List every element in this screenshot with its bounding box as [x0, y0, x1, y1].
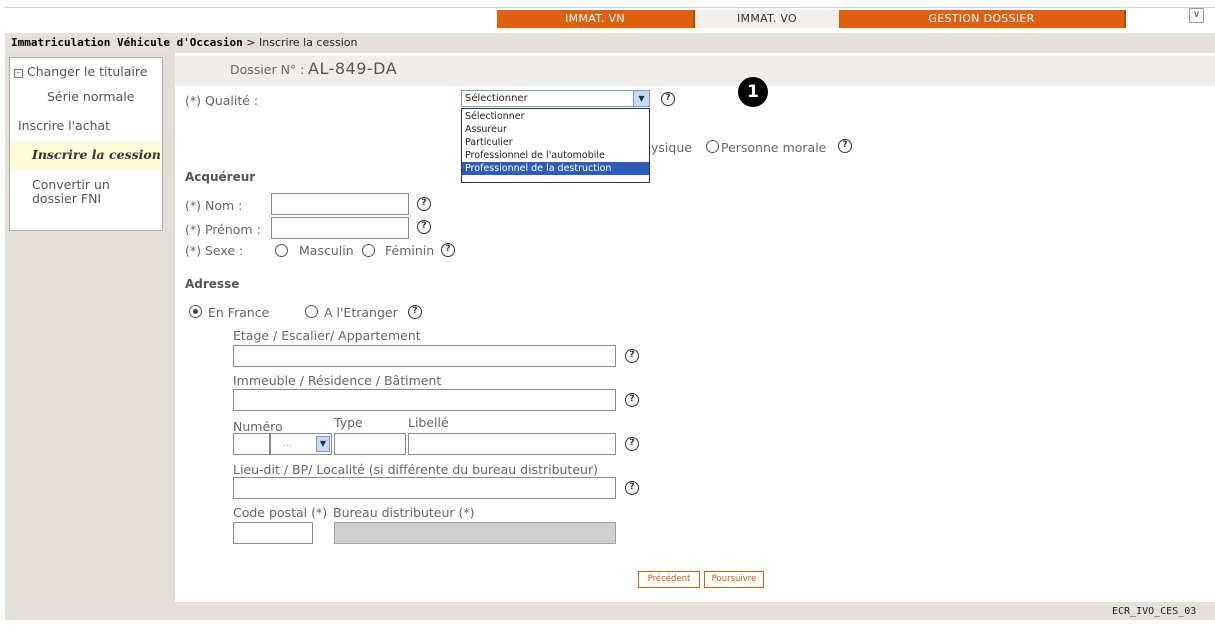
- personne-morale-label: Personne morale: [721, 140, 827, 155]
- sidebar-item-changer-titulaire[interactable]: – Changer le titulaire: [10, 62, 162, 82]
- immeuble-input[interactable]: [233, 389, 616, 411]
- numero-input[interactable]: [233, 433, 270, 455]
- sidebar-item-convertir-fni-2[interactable]: dossier FNI: [10, 191, 162, 207]
- help-icon[interactable]: ?: [838, 139, 852, 153]
- chevron-down-icon[interactable]: ▼: [633, 91, 649, 106]
- help-icon[interactable]: ?: [408, 305, 422, 319]
- bureau-distributeur-input: [334, 522, 616, 544]
- masculin-label: Masculin: [299, 243, 354, 258]
- type-input[interactable]: [334, 433, 406, 455]
- help-icon[interactable]: ?: [625, 437, 639, 451]
- prenom-label: (*) Prénom :: [185, 222, 261, 237]
- collapse-chevron-icon[interactable]: ∨: [1189, 8, 1204, 23]
- footer-bar: [175, 602, 1215, 620]
- sidebar-item-serie-normale[interactable]: Série normale: [10, 89, 162, 107]
- top-tab-bar: IMMAT. VN IMMAT. VO GESTION DOSSIER ∨: [0, 0, 1215, 30]
- dossier-number: AL-849-DA: [308, 59, 398, 78]
- radio-en-france[interactable]: [189, 305, 202, 318]
- poursuivre-button[interactable]: Poursuivre: [704, 571, 764, 588]
- sidebar-item-inscrire-achat[interactable]: Inscrire l'achat: [10, 118, 162, 136]
- qualite-dropdown-list: Sélectionner Assureur Particulier Profes…: [461, 108, 650, 183]
- tab-immat-vn[interactable]: IMMAT. VN: [497, 10, 695, 28]
- option-assureur[interactable]: Assureur: [462, 123, 649, 136]
- option-particulier[interactable]: Particulier: [462, 136, 649, 149]
- sidebar-item-inscrire-cession[interactable]: Inscrire la cession: [10, 142, 162, 170]
- breadcrumb-section: Immatriculation Véhicule d'Occasion: [11, 36, 243, 49]
- collapse-minus-icon[interactable]: –: [14, 69, 23, 78]
- etage-label: Etage / Escalier/ Appartement: [233, 328, 421, 343]
- option-selectionner[interactable]: Sélectionner: [462, 110, 649, 123]
- adresse-section-title: Adresse: [185, 277, 240, 291]
- help-icon[interactable]: ?: [417, 220, 431, 234]
- help-icon[interactable]: ?: [417, 197, 431, 211]
- bureau-label: Bureau distributeur (*): [333, 505, 475, 520]
- option-pro-destruction[interactable]: Professionnel de la destruction: [462, 162, 649, 175]
- sidebar-item-label: Changer le titulaire: [27, 64, 148, 79]
- radio-feminin[interactable]: [362, 244, 375, 257]
- chevron-down-icon[interactable]: ▼: [316, 436, 330, 452]
- nom-input[interactable]: [271, 193, 409, 215]
- radio-personne-morale[interactable]: [706, 140, 719, 153]
- immeuble-label: Immeuble / Résidence / Bâtiment: [233, 373, 442, 388]
- qualite-selected-value: Sélectionner: [465, 93, 528, 104]
- qualite-select[interactable]: Sélectionner ▼: [461, 90, 650, 107]
- option-pro-automobile[interactable]: Professionnel de l'automobile: [462, 149, 649, 162]
- radio-masculin[interactable]: [275, 244, 288, 257]
- lieudit-input[interactable]: [233, 477, 616, 499]
- tab-immat-vo[interactable]: IMMAT. VO: [695, 10, 839, 28]
- feminin-label: Féminin: [385, 243, 435, 258]
- help-icon[interactable]: ?: [625, 481, 639, 495]
- etage-input[interactable]: [233, 345, 616, 367]
- etranger-label: A l'Etranger: [324, 305, 398, 320]
- breadcrumb-separator: >: [246, 36, 256, 49]
- numero-complement-value: ...: [283, 439, 292, 449]
- sidebar-menu: – Changer le titulaire Série normale Insc…: [9, 57, 163, 231]
- libelle-input[interactable]: [408, 433, 616, 455]
- help-icon[interactable]: ?: [441, 243, 455, 257]
- numero-complement-select[interactable]: ... ▼: [270, 433, 332, 455]
- help-icon[interactable]: ?: [625, 393, 639, 407]
- numero-label: Numéro: [233, 419, 283, 434]
- tab-gestion-dossier[interactable]: GESTION DOSSIER: [839, 10, 1126, 28]
- precedent-button[interactable]: Précédent: [638, 571, 700, 588]
- breadcrumb-page: Inscrire la cession: [259, 36, 358, 49]
- code-postal-input[interactable]: [233, 522, 313, 544]
- screen-code: ECR_IVO_CES_03: [1112, 606, 1197, 617]
- code-postal-label: Code postal (*): [233, 505, 328, 520]
- nom-label: (*) Nom :: [185, 198, 243, 213]
- prenom-input[interactable]: [271, 217, 409, 239]
- type-label: Type: [334, 415, 363, 430]
- acquereur-section-title: Acquéreur: [185, 170, 256, 184]
- libelle-label: Libellé: [408, 415, 449, 430]
- personne-physique-label: ysique: [651, 140, 692, 155]
- en-france-label: En France: [208, 305, 270, 320]
- breadcrumb: Immatriculation Véhicule d'Occasion > In…: [5, 33, 1215, 53]
- help-icon[interactable]: ?: [625, 349, 639, 363]
- top-rule: [5, 7, 1215, 8]
- radio-etranger[interactable]: [305, 305, 318, 318]
- lieudit-label: Lieu-dit / BP/ Localité (si différente d…: [233, 462, 598, 477]
- help-icon[interactable]: ?: [661, 92, 675, 106]
- qualite-label: (*) Qualité :: [185, 93, 259, 108]
- dossier-label: Dossier N° :: [230, 62, 305, 77]
- sexe-label: (*) Sexe :: [185, 243, 244, 258]
- callout-number-badge: 1: [738, 77, 768, 107]
